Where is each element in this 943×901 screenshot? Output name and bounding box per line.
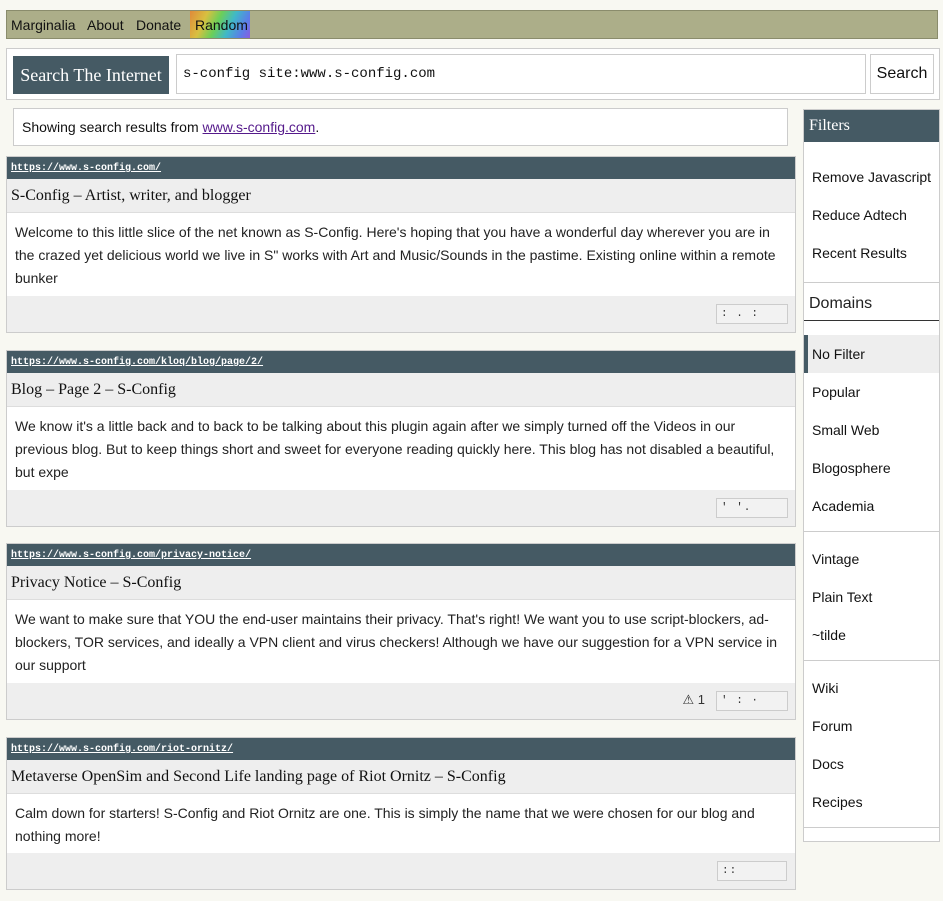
- result-footer: ⚠ 1 ' : ·: [7, 683, 795, 719]
- filter-remove-javascript[interactable]: Remove Javascript: [812, 169, 931, 185]
- result-description: We want to make sure that YOU the end-us…: [15, 611, 778, 673]
- search-result: https://www.s-config.com/kloq/blog/page/…: [6, 350, 796, 527]
- result-footer: ' '.: [7, 490, 795, 526]
- site-filter-info: Showing search results from www.s-config…: [13, 108, 788, 146]
- search-bar: Search The Internet s-config site:www.s-…: [6, 48, 940, 100]
- top-nav: Marginalia About Donate Random: [6, 10, 938, 39]
- result-details-button[interactable]: ' '.: [716, 498, 788, 518]
- search-button[interactable]: Search: [870, 54, 934, 94]
- search-heading: Search The Internet: [13, 56, 169, 94]
- search-result: https://www.s-config.com/privacy-notice/…: [6, 543, 796, 720]
- result-title[interactable]: S-Config – Artist, writer, and blogger: [7, 179, 795, 213]
- info-site-link[interactable]: www.s-config.com: [203, 119, 316, 135]
- result-details-button[interactable]: ::: [717, 861, 787, 881]
- domains-heading: Domains: [809, 295, 873, 312]
- result-description: Calm down for starters! S-Config and Rio…: [15, 805, 755, 844]
- divider: [804, 282, 939, 283]
- domain-wiki[interactable]: Wiki: [812, 680, 838, 696]
- search-result: https://www.s-config.com/ S-Config – Art…: [6, 156, 796, 333]
- result-footer: ::: [7, 853, 795, 889]
- result-url-link[interactable]: https://www.s-config.com/privacy-notice/: [11, 550, 251, 561]
- result-title[interactable]: Privacy Notice – S-Config: [7, 566, 795, 600]
- result-description: Welcome to this little slice of the net …: [15, 224, 776, 286]
- nav-marginalia-link[interactable]: Marginalia: [11, 17, 76, 33]
- search-input[interactable]: s-config site:www.s-config.com: [176, 54, 866, 94]
- info-suffix: .: [315, 119, 320, 135]
- search-result: https://www.s-config.com/riot-ornitz/ Me…: [6, 737, 796, 890]
- domain-popular[interactable]: Popular: [812, 384, 860, 400]
- divider: [804, 660, 939, 661]
- result-url-link[interactable]: https://www.s-config.com/kloq/blog/page/…: [11, 357, 263, 368]
- domain-recipes[interactable]: Recipes: [812, 794, 863, 810]
- result-title[interactable]: Blog – Page 2 – S-Config: [7, 373, 795, 407]
- result-details-button[interactable]: ' : ·: [716, 691, 788, 711]
- domain-docs[interactable]: Docs: [812, 756, 844, 772]
- result-url-link[interactable]: https://www.s-config.com/: [11, 163, 161, 174]
- domain-academia[interactable]: Academia: [812, 498, 874, 514]
- filters-heading: Filters: [804, 110, 939, 142]
- domain-small-web[interactable]: Small Web: [812, 422, 879, 438]
- filter-reduce-adtech[interactable]: Reduce Adtech: [812, 207, 907, 223]
- divider: [804, 827, 939, 828]
- info-prefix: Showing search results from: [22, 119, 203, 135]
- warning-indicator[interactable]: ⚠ 1: [683, 692, 706, 708]
- nav-random-link[interactable]: Random: [190, 11, 250, 38]
- divider: [804, 531, 939, 532]
- nav-about-link[interactable]: About: [87, 17, 124, 33]
- domain-tilde[interactable]: ~tilde: [812, 627, 846, 643]
- filter-recent-results[interactable]: Recent Results: [812, 245, 907, 261]
- domain-vintage[interactable]: Vintage: [812, 551, 859, 567]
- result-url-link[interactable]: https://www.s-config.com/riot-ornitz/: [11, 744, 233, 755]
- result-footer: : . :: [7, 296, 795, 332]
- domain-plain-text[interactable]: Plain Text: [812, 589, 872, 605]
- filters-sidebar: Filters Remove Javascript Reduce Adtech …: [803, 109, 940, 842]
- nav-donate-link[interactable]: Donate: [136, 17, 181, 33]
- nav-random-label: Random: [195, 17, 248, 33]
- domain-blogosphere[interactable]: Blogosphere: [812, 460, 891, 476]
- result-details-button[interactable]: : . :: [716, 304, 788, 324]
- result-description: We know it's a little back and to back t…: [15, 418, 775, 480]
- result-title[interactable]: Metaverse OpenSim and Second Life landin…: [7, 760, 795, 794]
- domain-forum[interactable]: Forum: [812, 718, 852, 734]
- divider: [804, 320, 939, 321]
- domain-no-filter[interactable]: No Filter: [812, 346, 865, 362]
